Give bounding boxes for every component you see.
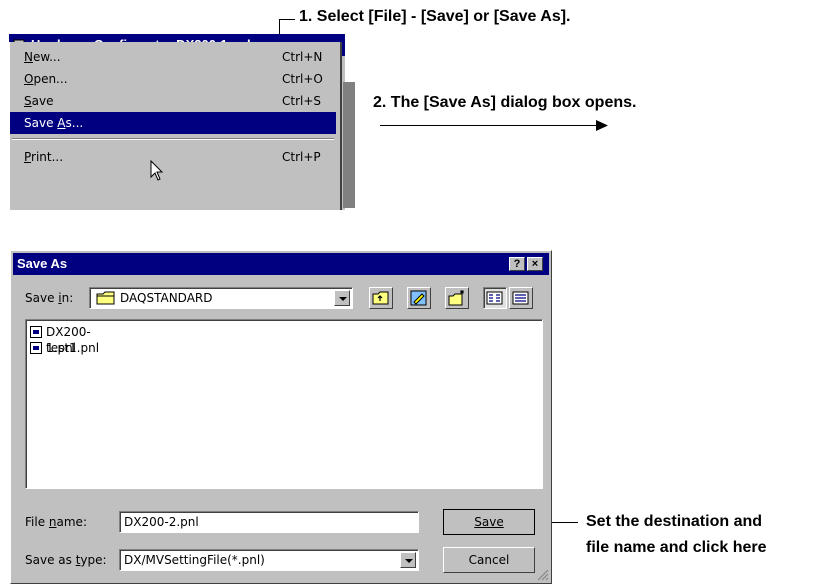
save-button[interactable]: Save: [443, 509, 535, 535]
save-in-label: Save in:: [25, 291, 74, 305]
close-button[interactable]: ×: [527, 257, 543, 271]
callout1-hline: [279, 19, 295, 20]
list-view-icon: [486, 291, 503, 305]
menu-item-shortcut: Ctrl+P: [282, 150, 321, 164]
menu-item-print[interactable]: Print... Ctrl+P: [10, 146, 336, 168]
save-in-combo[interactable]: DAQSTANDARD: [89, 287, 353, 309]
resize-grip-icon[interactable]: [537, 569, 549, 581]
file-name-input[interactable]: DX200-2.pnl: [119, 511, 419, 533]
menu-item-new[interactable]: New... Ctrl+N: [10, 46, 336, 68]
window-edge: [343, 82, 355, 208]
chevron-down-icon: [339, 297, 347, 301]
save-type-value: DX/MVSettingFile(*.pnl): [124, 553, 265, 567]
menu-item-label: New...: [24, 50, 61, 64]
new-folder-button[interactable]: [445, 287, 469, 309]
cancel-button[interactable]: Cancel: [443, 547, 535, 573]
save-in-dropdown-button[interactable]: [334, 290, 350, 306]
callout-step1: 1. Select [File] - [Save] or [Save As].: [299, 8, 571, 25]
menu-item-label: Save: [24, 94, 54, 108]
menu-item-label: Print...: [24, 150, 64, 164]
menu-separator: [12, 138, 334, 140]
file-menu-dropdown: New... Ctrl+N Open... Ctrl+O Save Ctrl+S…: [8, 42, 342, 210]
menu-item-shortcut: Ctrl+N: [282, 50, 323, 64]
folder-icon: [96, 291, 115, 305]
save-type-combo[interactable]: DX/MVSettingFile(*.pnl): [119, 549, 419, 571]
pnl-file-icon: [30, 326, 42, 338]
save-type-label: Save as type:: [25, 553, 107, 567]
menu-item-save-as[interactable]: Save As...: [10, 112, 336, 134]
pnl-file-icon: [30, 342, 42, 354]
callout-step3-line1: Set the destination and: [586, 513, 763, 530]
desktop-button[interactable]: [407, 287, 431, 309]
save-button-label: Save: [474, 515, 504, 529]
help-button[interactable]: ?: [509, 257, 525, 271]
desktop-icon: [410, 290, 427, 306]
file-name-label: File name:: [25, 515, 87, 529]
menu-item-shortcut: Ctrl+S: [282, 94, 322, 108]
file-name: test1.pnl: [46, 341, 100, 355]
menu-item-open[interactable]: Open... Ctrl+O: [10, 68, 336, 90]
dialog-title: Save As: [17, 256, 68, 271]
dialog-titlebar: Save As ? ×: [13, 253, 549, 275]
menu-item-label: Save As...: [24, 116, 84, 130]
up-folder-icon: [372, 291, 389, 305]
list-view-button[interactable]: [483, 287, 507, 309]
details-view-button[interactable]: [509, 287, 533, 309]
callout-step3-line2: file name and click here: [586, 539, 767, 556]
menu-item-label: Open...: [24, 72, 68, 86]
menu-item-shortcut: Ctrl+O: [282, 72, 323, 86]
save-type-dropdown-button[interactable]: [400, 552, 416, 568]
save-as-dialog: Save As ? × Save in: DAQSTANDARD DX200-1…: [10, 250, 552, 584]
chevron-down-icon: [405, 559, 413, 563]
mouse-cursor-icon: [150, 160, 164, 181]
file-list[interactable]: DX200-1.pnl test1.pnl: [25, 319, 543, 489]
menu-item-save[interactable]: Save Ctrl+S: [10, 90, 336, 112]
callout2-arrowhead: [596, 120, 608, 131]
save-in-value: DAQSTANDARD: [120, 291, 213, 305]
new-folder-icon: [448, 290, 464, 306]
callout2-arrow-line: [380, 125, 602, 126]
up-folder-button[interactable]: [369, 287, 393, 309]
details-view-icon: [512, 291, 529, 305]
callout-step2: 2. The [Save As] dialog box opens.: [373, 94, 637, 111]
file-name-value: DX200-2.pnl: [124, 515, 199, 529]
